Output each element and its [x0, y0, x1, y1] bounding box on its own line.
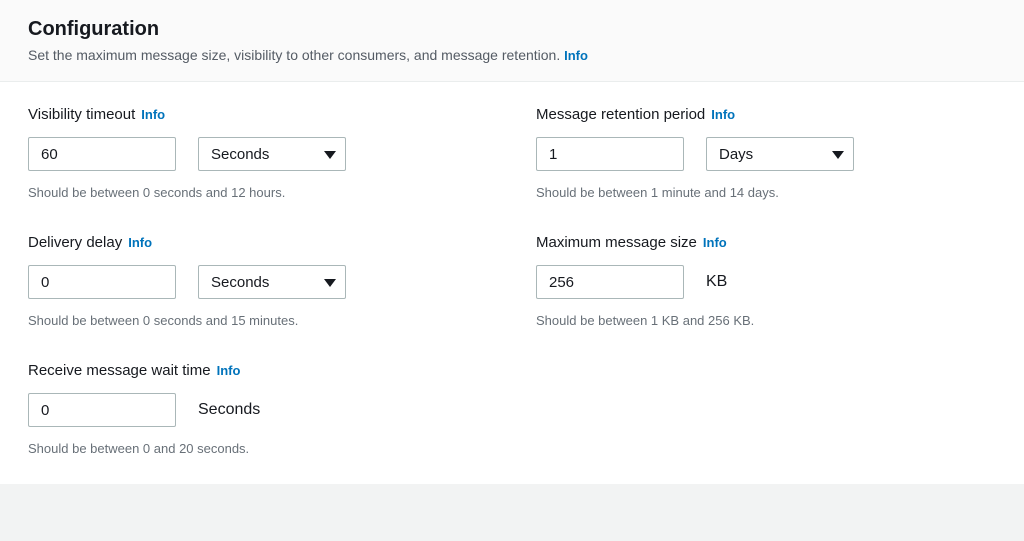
maxsize-helper-text: Should be between 1 KB and 256 KB. — [536, 313, 996, 328]
maxsize-info-link[interactable]: Info — [703, 235, 727, 250]
panel-title: Configuration — [28, 18, 996, 41]
delivery-delay-field: Delivery delay Info Seconds Should be be… — [28, 234, 488, 328]
maxsize-unit-label: KB — [706, 273, 727, 291]
delay-unit-select[interactable]: Seconds — [198, 265, 346, 299]
empty-cell — [536, 362, 996, 456]
delay-value-input[interactable] — [28, 265, 176, 299]
delay-unit-selected: Seconds — [211, 274, 269, 291]
panel-description: Set the maximum message size, visibility… — [28, 47, 996, 63]
field-label: Message retention period Info — [536, 106, 996, 123]
header-info-link[interactable]: Info — [564, 48, 588, 63]
retention-unit-select[interactable]: Days — [706, 137, 854, 171]
field-label: Maximum message size Info — [536, 234, 996, 251]
field-row: Seconds — [28, 265, 488, 299]
panel-header: Configuration Set the maximum message si… — [0, 0, 1024, 82]
wait-time-field: Receive message wait time Info Seconds S… — [28, 362, 488, 456]
field-label: Visibility timeout Info — [28, 106, 488, 123]
select-box[interactable]: Days — [706, 137, 854, 171]
field-row: Days — [536, 137, 996, 171]
retention-helper-text: Should be between 1 minute and 14 days. — [536, 185, 996, 200]
retention-info-link[interactable]: Info — [711, 107, 735, 122]
visibility-unit-select[interactable]: Seconds — [198, 137, 346, 171]
delay-helper-text: Should be between 0 seconds and 15 minut… — [28, 313, 488, 328]
delay-info-link[interactable]: Info — [128, 235, 152, 250]
panel-body: Visibility timeout Info Seconds Should b… — [0, 82, 1024, 484]
maxsize-label: Maximum message size — [536, 234, 697, 251]
field-label: Receive message wait time Info — [28, 362, 488, 379]
field-row: Seconds — [28, 137, 488, 171]
waittime-unit-label: Seconds — [198, 401, 260, 419]
retention-label: Message retention period — [536, 106, 705, 123]
delay-label: Delivery delay — [28, 234, 122, 251]
panel-description-text: Set the maximum message size, visibility… — [28, 47, 560, 63]
visibility-timeout-field: Visibility timeout Info Seconds Should b… — [28, 106, 488, 200]
waittime-info-link[interactable]: Info — [217, 363, 241, 378]
configuration-panel: Configuration Set the maximum message si… — [0, 0, 1024, 484]
retention-value-input[interactable] — [536, 137, 684, 171]
waittime-helper-text: Should be between 0 and 20 seconds. — [28, 441, 488, 456]
field-row: Seconds — [28, 393, 488, 427]
visibility-unit-selected: Seconds — [211, 146, 269, 163]
waittime-value-input[interactable] — [28, 393, 176, 427]
field-row: KB — [536, 265, 996, 299]
select-box[interactable]: Seconds — [198, 137, 346, 171]
visibility-timeout-label: Visibility timeout — [28, 106, 135, 123]
visibility-helper-text: Should be between 0 seconds and 12 hours… — [28, 185, 488, 200]
max-size-field: Maximum message size Info KB Should be b… — [536, 234, 996, 328]
select-box[interactable]: Seconds — [198, 265, 346, 299]
maxsize-value-input[interactable] — [536, 265, 684, 299]
retention-unit-selected: Days — [719, 146, 753, 163]
field-label: Delivery delay Info — [28, 234, 488, 251]
fields-grid: Visibility timeout Info Seconds Should b… — [28, 106, 996, 456]
visibility-info-link[interactable]: Info — [141, 107, 165, 122]
retention-period-field: Message retention period Info Days Shoul… — [536, 106, 996, 200]
waittime-label: Receive message wait time — [28, 362, 211, 379]
visibility-value-input[interactable] — [28, 137, 176, 171]
